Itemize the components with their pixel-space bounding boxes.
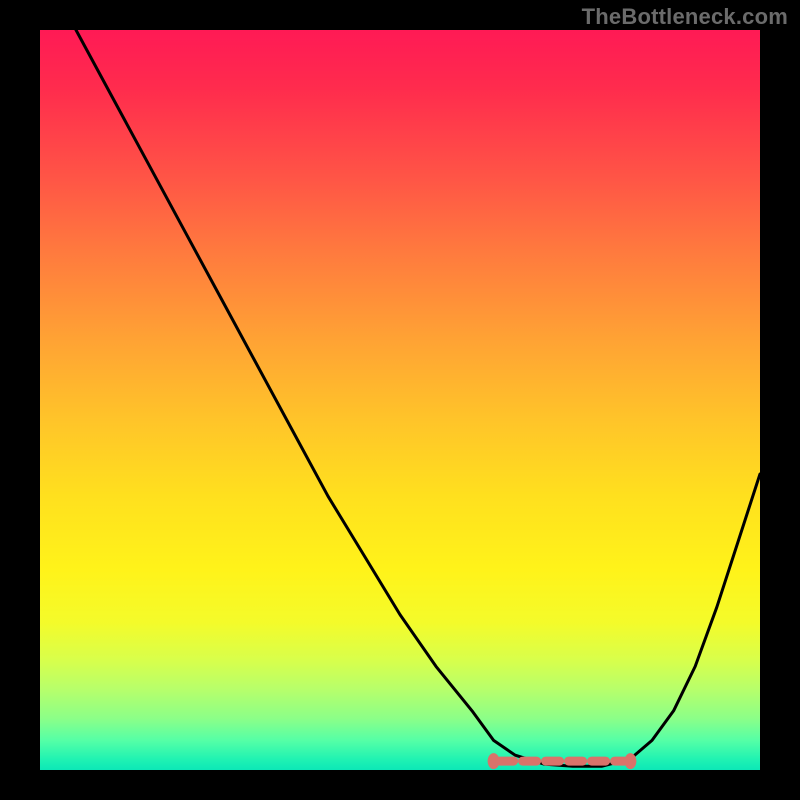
chart-canvas: TheBottleneck.com [0,0,800,800]
optimal-range-markers [40,30,760,770]
plot-area [40,30,760,770]
watermark-text: TheBottleneck.com [582,4,788,30]
